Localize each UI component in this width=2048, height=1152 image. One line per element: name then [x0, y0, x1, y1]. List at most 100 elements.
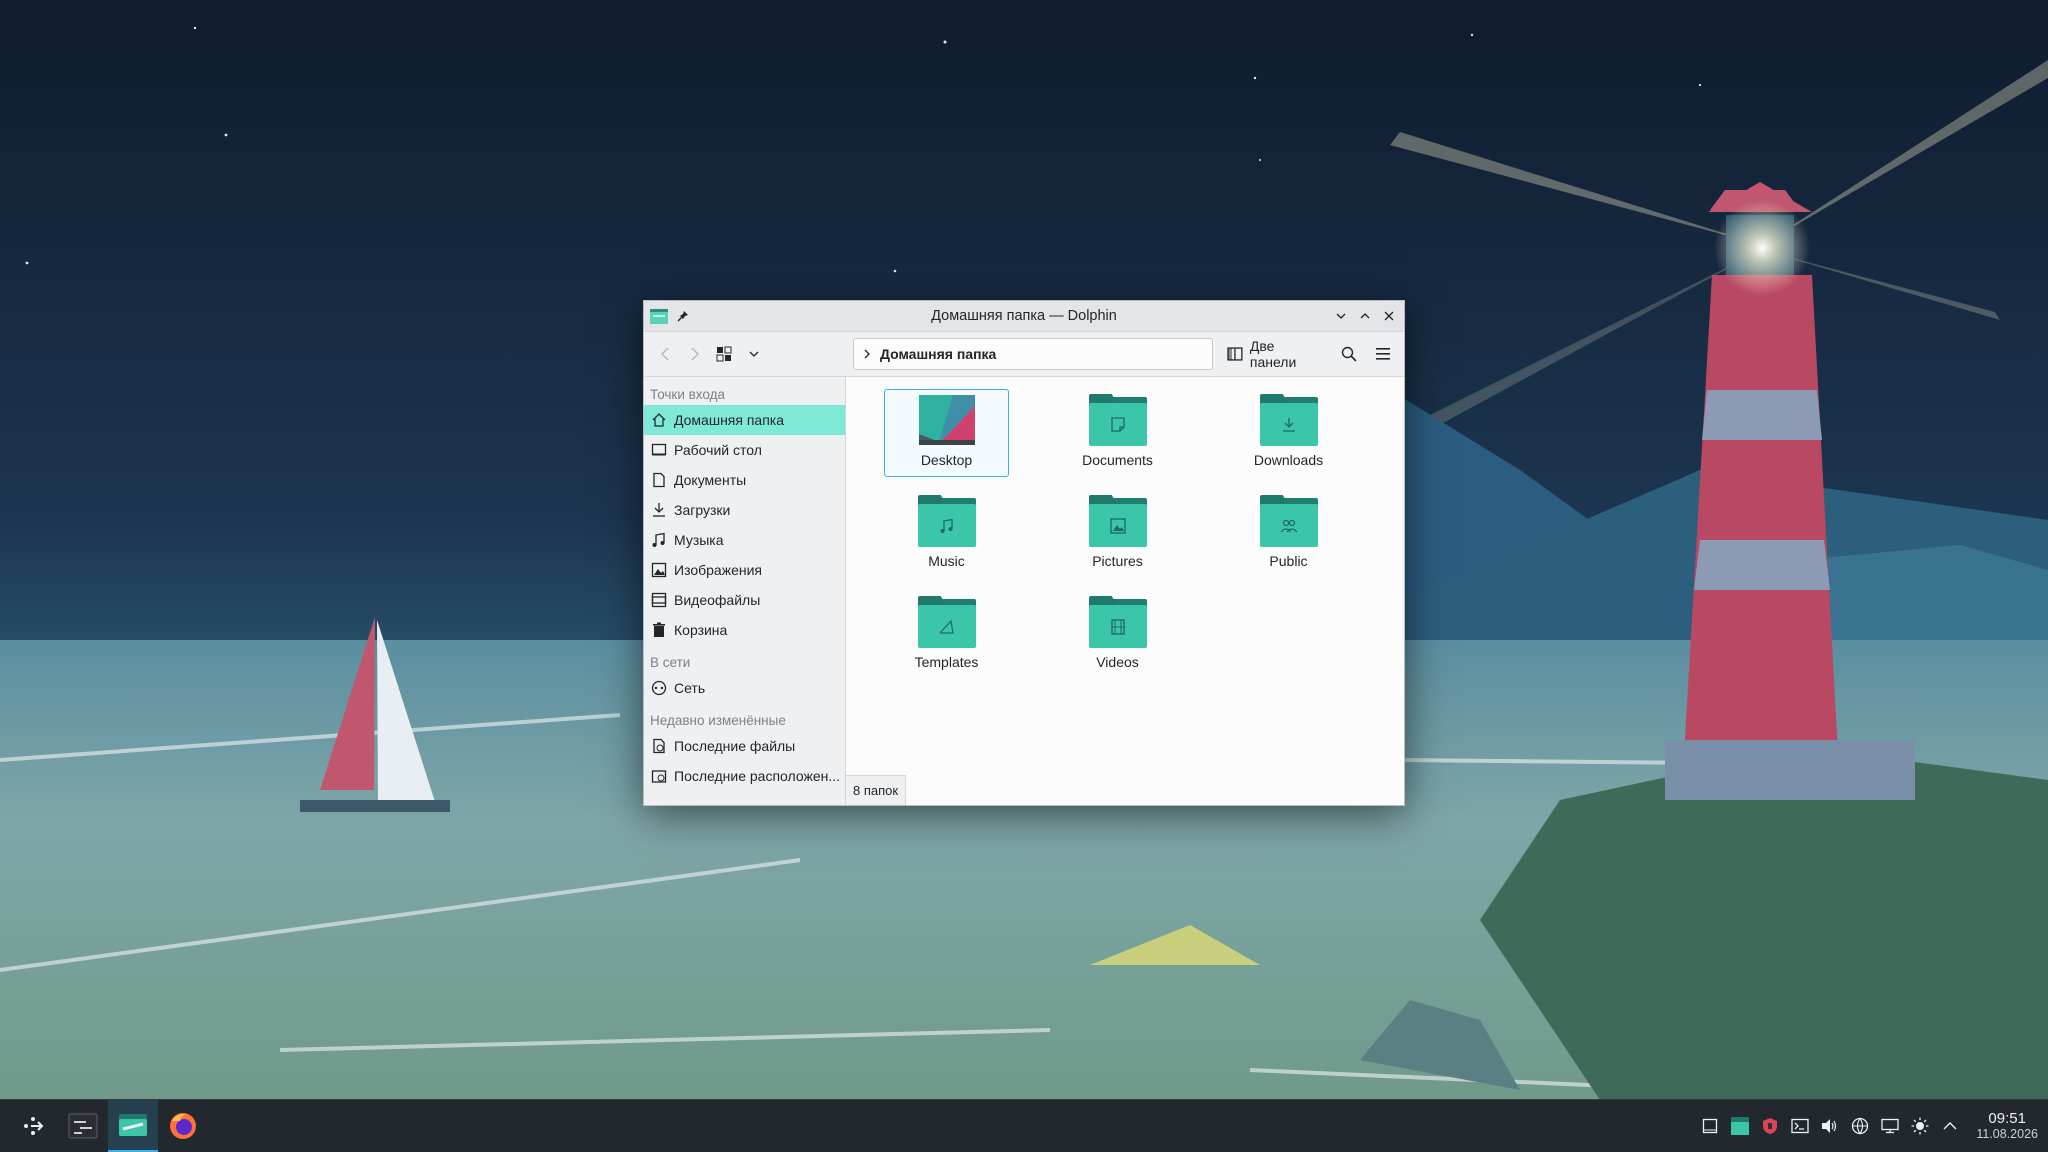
document-icon: [650, 471, 668, 489]
sidebar-item-desktop[interactable]: Рабочий стол: [644, 435, 845, 465]
title-bar[interactable]: Домашняя папка — Dolphin: [644, 301, 1404, 332]
sidebar-item-label: Музыка: [674, 532, 724, 548]
vault-icon[interactable]: [1728, 1114, 1752, 1138]
app-launcher-button[interactable]: [8, 1100, 58, 1152]
pictures-folder-icon: [1088, 495, 1147, 547]
file-label: Downloads: [1253, 452, 1324, 468]
brightness-icon[interactable]: [1908, 1114, 1932, 1138]
file-label: Desktop: [920, 452, 973, 468]
sidebar-item-network[interactable]: Сеть: [644, 673, 845, 703]
sidebar-item-label: Корзина: [674, 622, 728, 638]
file-label: Music: [928, 553, 965, 569]
places-sidebar: Точки входа Домашняя папка Рабочий стол …: [644, 377, 846, 805]
task-system-monitor[interactable]: [58, 1100, 108, 1152]
sidebar-item-label: Последние расположен...: [674, 768, 841, 784]
download-icon: [650, 501, 668, 519]
tray-expand-icon[interactable]: [1938, 1114, 1962, 1138]
forward-button[interactable]: [680, 339, 710, 369]
file-item-pictures[interactable]: Pictures: [1055, 490, 1180, 578]
window-title: Домашняя папка — Dolphin: [931, 308, 1117, 324]
split-view-icon: [1227, 347, 1243, 361]
sidebar-item-label: Видеофайлы: [674, 592, 761, 608]
sidebar-item-label: Сеть: [674, 680, 706, 696]
trash-icon: [650, 621, 668, 639]
view-mode-icon[interactable]: [710, 339, 740, 369]
view-mode-dropdown-icon[interactable]: [739, 339, 769, 369]
file-item-downloads[interactable]: Downloads: [1226, 389, 1351, 477]
file-item-videos[interactable]: Videos: [1055, 591, 1180, 679]
documents-folder-icon: [1088, 394, 1147, 446]
desktop-icon: [650, 441, 668, 459]
desktop-folder-icon: [918, 394, 976, 446]
video-icon: [650, 591, 668, 609]
status-text: 8 папок: [853, 783, 899, 798]
sidebar-item-label: Изображения: [674, 562, 762, 578]
breadcrumb-home[interactable]: Домашняя папка: [880, 346, 996, 362]
sidebar-item-label: Последние файлы: [674, 738, 796, 754]
task-firefox[interactable]: [158, 1100, 208, 1152]
sidebar-item-recent-locations[interactable]: Последние расположен...: [644, 761, 845, 791]
location-bar[interactable]: Домашняя папка: [853, 338, 1213, 370]
file-item-documents[interactable]: Documents: [1055, 389, 1180, 477]
system-tray: 09:51 11.08.2026: [1698, 1110, 2038, 1142]
clock-time: 09:51: [1988, 1110, 2026, 1127]
music-icon: [650, 531, 668, 549]
dolphin-icon: [119, 1113, 147, 1136]
image-icon: [650, 561, 668, 579]
sidebar-item-label: Документы: [674, 472, 747, 488]
maximize-button[interactable]: [1354, 305, 1376, 327]
task-dolphin[interactable]: [108, 1099, 158, 1152]
pin-icon[interactable]: [674, 307, 692, 325]
sidebar-item-home[interactable]: Домашняя папка: [644, 405, 845, 435]
taskbar: 09:51 11.08.2026: [0, 1099, 2048, 1152]
split-view-button[interactable]: Две панели: [1223, 338, 1328, 370]
show-desktop-icon[interactable]: [1698, 1114, 1722, 1138]
firefox-icon: [170, 1113, 196, 1139]
file-label: Documents: [1082, 452, 1153, 468]
security-shield-icon[interactable]: [1758, 1114, 1782, 1138]
hamburger-menu-icon: [1376, 348, 1391, 360]
file-item-music[interactable]: Music: [884, 490, 1009, 578]
display-icon[interactable]: [1878, 1114, 1902, 1138]
status-bar: 8 папок: [846, 775, 907, 805]
back-button[interactable]: [650, 339, 680, 369]
videos-folder-icon: [1088, 596, 1147, 648]
network-tray-icon[interactable]: [1848, 1114, 1872, 1138]
toolbar: Домашняя папка Две панели: [644, 332, 1404, 377]
recent-files-icon: [650, 737, 668, 755]
file-item-templates[interactable]: Templates: [884, 591, 1009, 679]
clock[interactable]: 09:51 11.08.2026: [1976, 1110, 2038, 1142]
search-icon: [1341, 346, 1357, 362]
sidebar-item-recent-files[interactable]: Последние файлы: [644, 731, 845, 761]
hamburger-menu-button[interactable]: [1368, 339, 1398, 369]
file-item-desktop[interactable]: Desktop: [884, 389, 1009, 477]
sidebar-item-trash[interactable]: Корзина: [644, 615, 845, 645]
terminal-icon[interactable]: [1788, 1114, 1812, 1138]
volume-icon[interactable]: [1818, 1114, 1842, 1138]
file-label: Public: [1269, 553, 1308, 569]
sidebar-section-title: Точки входа: [650, 387, 726, 402]
search-button[interactable]: [1334, 339, 1364, 369]
sidebar-section-title: В сети: [650, 655, 691, 670]
file-item-public[interactable]: Public: [1226, 490, 1351, 578]
dolphin-window: Домашняя папка — Dolphin Домашняя папка …: [643, 300, 1405, 806]
app-launcher-icon: [24, 1117, 44, 1135]
sidebar-item-pictures[interactable]: Изображения: [644, 555, 845, 585]
sidebar-item-label: Загрузки: [674, 502, 731, 518]
close-button[interactable]: [1378, 305, 1400, 327]
music-folder-icon: [917, 495, 976, 547]
sidebar-item-label: Домашняя папка: [674, 412, 785, 428]
clock-date: 11.08.2026: [1976, 1127, 2038, 1141]
sidebar-item-label: Рабочий стол: [674, 442, 762, 458]
dolphin-app-icon[interactable]: [650, 308, 668, 324]
breadcrumb-chevron-icon: [864, 349, 870, 359]
network-icon: [650, 679, 668, 697]
sidebar-item-videos[interactable]: Видеофайлы: [644, 585, 845, 615]
sidebar-item-downloads[interactable]: Загрузки: [644, 495, 845, 525]
system-monitor-icon: [68, 1113, 98, 1139]
sidebar-item-documents[interactable]: Документы: [644, 465, 845, 495]
minimize-button[interactable]: [1330, 305, 1352, 327]
templates-folder-icon: [917, 596, 976, 648]
sidebar-item-music[interactable]: Музыка: [644, 525, 845, 555]
file-view[interactable]: Desktop Documents Downloads Music Pictur…: [846, 377, 1404, 805]
